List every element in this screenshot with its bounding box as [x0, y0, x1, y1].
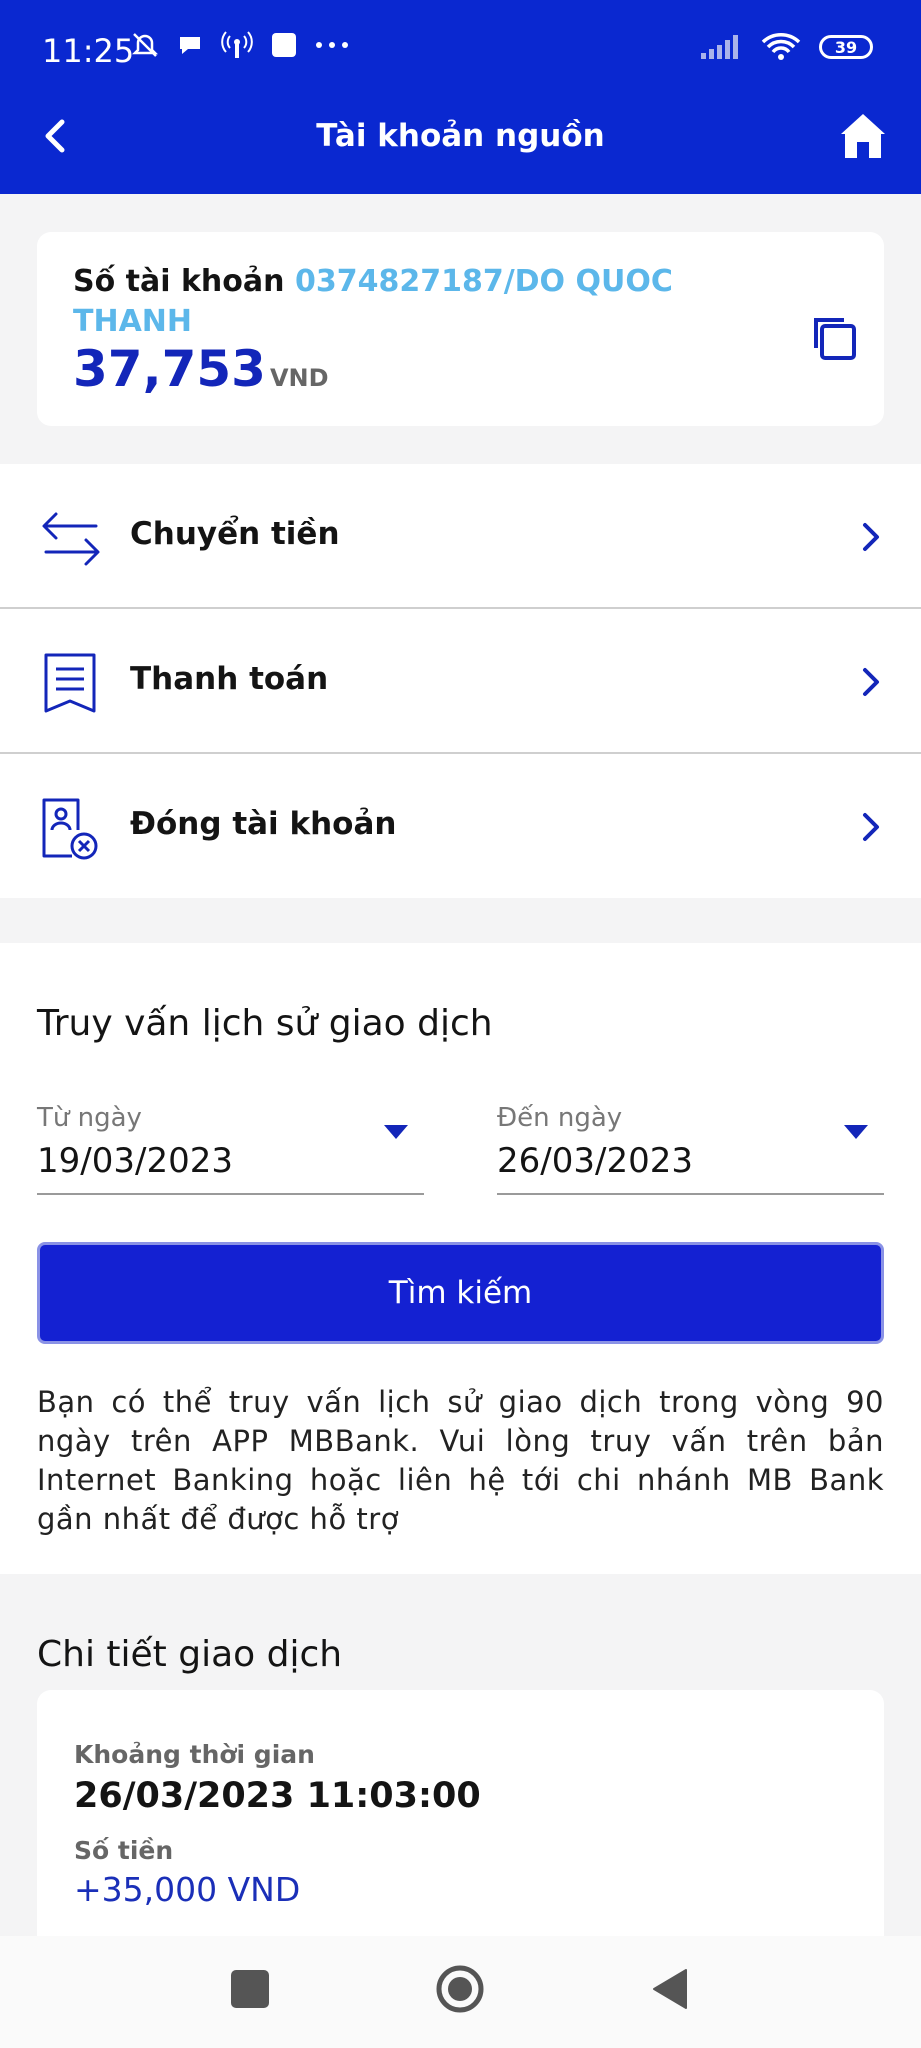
system-home-button[interactable]: [435, 1964, 485, 2014]
system-back-button[interactable]: [652, 1968, 688, 2010]
account-label: Số tài khoản: [73, 264, 285, 299]
hotspot-icon: [221, 31, 253, 58]
home-button[interactable]: [837, 110, 889, 162]
wifi-icon: [761, 33, 801, 60]
chat-bubble-icon: [180, 37, 200, 54]
history-query-section: Truy vấn lịch sử giao dịch Từ ngày 19/03…: [0, 943, 921, 1574]
app-header: 11:25 39 Tài khoản nguồn: [0, 0, 921, 194]
from-date-label: Từ ngày: [37, 1103, 142, 1133]
dropdown-caret-icon: [844, 1125, 868, 1139]
bell-off-icon: [131, 33, 159, 57]
history-title: Truy vấn lịch sử giao dịch: [37, 1003, 493, 1044]
menu-item-close-account[interactable]: Đóng tài khoản: [0, 754, 921, 898]
time-label: Khoảng thời gian: [74, 1740, 315, 1769]
page-title: Tài khoản nguồn: [316, 118, 605, 154]
to-date-label: Đến ngày: [497, 1103, 623, 1133]
chevron-right-icon: [863, 523, 879, 551]
from-date-value: 19/03/2023: [37, 1141, 233, 1181]
status-time: 11:25: [42, 32, 135, 70]
details-title: Chi tiết giao dịch: [37, 1634, 343, 1675]
recents-button[interactable]: [231, 1970, 269, 2008]
balance-row: 37,753 VND: [73, 340, 329, 398]
account-balance: 37,753: [73, 340, 266, 398]
battery-icon: 39: [819, 35, 873, 59]
transaction-card[interactable]: Khoảng thời gian 26/03/2023 11:03:00 Số …: [37, 1690, 884, 1936]
transfer-arrows-icon: [42, 512, 100, 566]
from-date-field[interactable]: Từ ngày 19/03/2023: [37, 1103, 424, 1195]
amount-value: +35,000 VND: [74, 1870, 301, 1909]
to-date-field[interactable]: Đến ngày 26/03/2023: [497, 1103, 884, 1195]
signal-icon: [701, 35, 738, 59]
action-menu: Chuyển tiền Thanh toán Đóng tài khoản: [0, 464, 921, 898]
menu-label-transfer: Chuyển tiền: [130, 516, 340, 552]
square-app-icon: [272, 33, 296, 57]
status-icons-right: 39: [699, 32, 873, 62]
system-nav-bar: [0, 1936, 921, 2048]
account-line: Số tài khoản 0374827187/DO QUOC THANH: [73, 262, 713, 342]
account-card: Số tài khoản 0374827187/DO QUOC THANH 37…: [37, 232, 884, 426]
status-icons-left: [130, 30, 350, 60]
status-bar: 11:25 39: [0, 0, 921, 100]
chevron-right-icon: [863, 813, 879, 841]
more-dots-icon: [316, 42, 348, 48]
amount-label: Số tiền: [74, 1836, 174, 1865]
search-button[interactable]: Tìm kiếm: [37, 1242, 884, 1344]
receipt-icon: [44, 653, 96, 713]
balance-currency: VND: [269, 364, 329, 392]
nav-bar: Tài khoản nguồn: [0, 100, 921, 194]
chevron-right-icon: [863, 668, 879, 696]
dropdown-caret-icon: [384, 1125, 408, 1139]
menu-label-payment: Thanh toán: [130, 661, 329, 697]
time-value: 26/03/2023 11:03:00: [74, 1776, 481, 1816]
to-date-value: 26/03/2023: [497, 1141, 693, 1181]
menu-label-close-account: Đóng tài khoản: [130, 806, 397, 842]
menu-item-payment[interactable]: Thanh toán: [0, 609, 921, 754]
history-note: Bạn có thể truy vấn lịch sử giao dịch tr…: [37, 1385, 884, 1536]
copy-icon[interactable]: [808, 312, 860, 364]
close-account-icon: [42, 798, 98, 860]
menu-item-transfer[interactable]: Chuyển tiền: [0, 464, 921, 609]
